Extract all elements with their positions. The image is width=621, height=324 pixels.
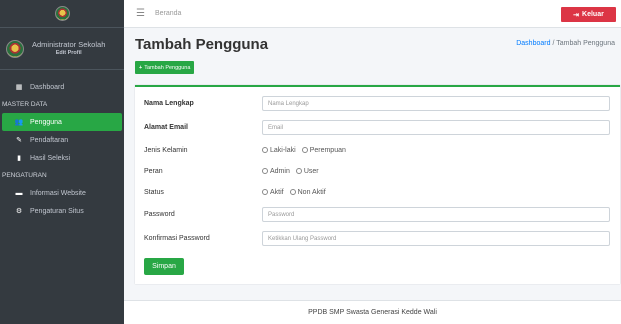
footer-text: PPDB SMP Swasta Generasi Kedde Wali [308, 309, 437, 316]
password-input[interactable]: Password [262, 207, 610, 222]
sidebar-header-pengaturan: PENGATURAN [2, 172, 47, 179]
breadcrumb-separator: / [552, 40, 555, 47]
menu-toggle-icon[interactable]: ☰ [136, 8, 145, 19]
user-name[interactable]: Administrator Sekolah [32, 41, 105, 50]
sidebar-nav: ▦ Dashboard MASTER DATA 👥 Pengguna ✎ Pen… [0, 70, 124, 220]
footer: PPDB SMP Swasta Generasi Kedde Wali [124, 300, 621, 324]
logout-button[interactable]: ⇥ Keluar [561, 7, 616, 22]
peran-label: Peran [144, 167, 163, 175]
sidebar-header-master-data: MASTER DATA [2, 101, 48, 108]
plus-icon: + [139, 64, 143, 71]
radio-label: User [303, 167, 319, 175]
top-navbar: ☰ Beranda ⇥ Keluar [124, 0, 621, 28]
add-user-button[interactable]: + Tambah Pengguna [135, 61, 195, 74]
sidebar-item-pengaturan-situs[interactable]: ⚙ Pengaturan Situs [2, 202, 122, 220]
form-row-status: Status Aktif Non Aktif [144, 186, 332, 198]
breadcrumb: Dashboard / Tambah Pengguna [516, 40, 615, 47]
nama-input[interactable]: Nama Lengkap [262, 96, 610, 111]
radio-circle-icon [301, 147, 308, 153]
cogs-icon: ⚙ [15, 208, 23, 215]
edit-profile-link[interactable]: Edit Profil [32, 50, 105, 56]
sidebar-item-label: Informasi Website [30, 189, 86, 197]
jenis-kelamin-label: Jenis Kelamin [144, 146, 188, 154]
form-row-peran: Peran Admin User [144, 165, 325, 177]
konfirmasi-password-label: Konfirmasi Password [144, 235, 210, 242]
user-panel: Administrator Sekolah Edit Profil [0, 28, 124, 70]
radio-non-aktif[interactable]: Non Aktif [289, 188, 326, 196]
radio-user[interactable]: User [295, 167, 319, 175]
sidebar: Administrator Sekolah Edit Profil ▦ Dash… [0, 0, 124, 324]
radio-perempuan[interactable]: Perempuan [301, 146, 346, 154]
breadcrumb-dashboard-link[interactable]: Dashboard [516, 40, 550, 47]
form-row-nama: Nama Lengkap Nama Lengkap [144, 96, 610, 111]
radio-label: Non Aktif [297, 188, 326, 196]
form-row-jenis-kelamin: Jenis Kelamin Laki-laki Perempuan [144, 144, 352, 156]
nama-label: Nama Lengkap [144, 100, 194, 107]
user-avatar [6, 39, 24, 58]
school-logo-icon [54, 6, 70, 21]
radio-label: Perempuan [309, 146, 346, 154]
radio-circle-icon [295, 168, 302, 174]
sidebar-item-dashboard[interactable]: ▦ Dashboard [2, 78, 122, 96]
page-title: Tambah Pengguna [135, 36, 269, 53]
add-user-label: Tambah Pengguna [144, 64, 191, 71]
home-link[interactable]: Beranda [155, 10, 181, 17]
radio-laki-laki[interactable]: Laki-laki [262, 147, 296, 154]
laptop-icon: ▬ [15, 189, 23, 197]
konfirmasi-password-input[interactable]: Ketikkan Ulang Password [262, 231, 610, 246]
form-row-konfirmasi: Konfirmasi Password Ketikkan Ulang Passw… [144, 231, 610, 246]
sidebar-item-label: Dashboard [30, 83, 65, 91]
sidebar-item-label: Pendaftaran [30, 136, 69, 144]
user-form-card: Nama Lengkap Nama Lengkap Alamat Email E… [135, 85, 620, 284]
sidebar-item-pendaftaran[interactable]: ✎ Pendaftaran [2, 131, 122, 149]
save-button[interactable]: Simpan [144, 258, 184, 275]
radio-circle-icon [262, 189, 268, 195]
sidebar-item-hasil-seleksi[interactable]: ▮ Hasil Seleksi [2, 149, 122, 167]
dashboard-icon: ▦ [15, 84, 23, 91]
logout-label: Keluar [582, 11, 604, 18]
sidebar-item-label: Hasil Seleksi [30, 154, 71, 162]
radio-admin[interactable]: Admin [262, 168, 290, 175]
radio-label: Admin [270, 167, 290, 175]
brand[interactable] [0, 0, 124, 28]
form-row-password: Password Password [144, 207, 610, 222]
sidebar-item-pengguna[interactable]: 👥 Pengguna [2, 113, 122, 131]
email-label: Alamat Email [144, 124, 188, 131]
radio-circle-icon [262, 168, 268, 174]
logout-icon: ⇥ [573, 11, 580, 19]
radio-label: Laki-laki [270, 146, 296, 154]
file-icon: ▮ [17, 155, 21, 162]
pencil-icon: ✎ [16, 137, 22, 144]
sidebar-item-informasi-website[interactable]: ▬ Informasi Website [2, 184, 122, 202]
users-icon: 👥 [14, 119, 24, 126]
password-label: Password [144, 211, 175, 218]
breadcrumb-current: Tambah Pengguna [556, 40, 615, 47]
status-label: Status [144, 188, 164, 196]
sidebar-item-label: Pengaturan Situs [30, 207, 84, 215]
form-row-email: Alamat Email Email [144, 120, 610, 135]
radio-circle-icon [289, 189, 296, 195]
email-input[interactable]: Email [262, 120, 610, 135]
radio-aktif[interactable]: Aktif [262, 189, 284, 196]
radio-circle-icon [262, 147, 268, 153]
sidebar-item-label: Pengguna [30, 118, 62, 126]
radio-label: Aktif [270, 188, 284, 196]
